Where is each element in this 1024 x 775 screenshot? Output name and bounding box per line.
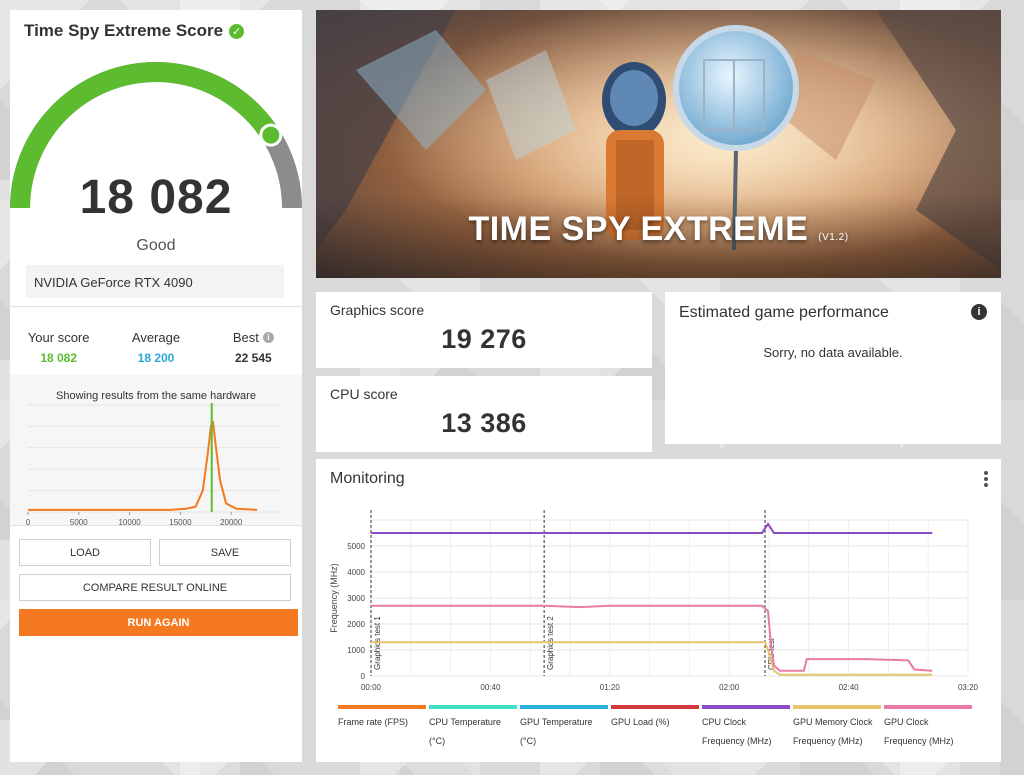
- monitoring-legend: Frame rate (FPS) CPU Temperature (°C) GPU …: [338, 705, 983, 751]
- cpu-score-card: CPU score 13 386: [316, 376, 652, 452]
- run-again-button[interactable]: RUN AGAIN: [19, 609, 298, 636]
- gauge-indicator: [259, 123, 283, 147]
- series-line: [371, 522, 933, 534]
- legend-item[interactable]: GPU Memory Clock Frequency (MHz): [793, 705, 884, 751]
- benchmark-version: (V1.2): [818, 232, 849, 243]
- score-rating: Good: [136, 237, 176, 254]
- benchmark-title: TIME SPY EXTREME (V1.2): [316, 210, 1001, 249]
- legend-item[interactable]: Frame rate (FPS): [338, 705, 429, 751]
- average-stat: Average 18 200: [107, 318, 204, 374]
- legend-swatch: [338, 705, 426, 709]
- info-icon[interactable]: i: [971, 304, 987, 320]
- y-axis-label: Frequency (MHz): [329, 563, 339, 633]
- x-tick-label: 02:40: [839, 683, 860, 692]
- divider: [10, 306, 302, 307]
- legend-swatch: [611, 705, 699, 709]
- benchmark-banner: TIME SPY EXTREME (V1.2): [316, 10, 1001, 278]
- x-tick-label: 03:20: [958, 683, 979, 692]
- legend-swatch: [793, 705, 881, 709]
- check-icon: ✓: [229, 23, 245, 39]
- score-histogram: Showing results from the same hardware 0…: [10, 375, 302, 525]
- y-tick-label: 5000: [347, 542, 365, 551]
- legend-item[interactable]: GPU Clock Frequency (MHz): [884, 705, 975, 751]
- average-label: Average: [131, 330, 181, 345]
- overall-score: 18 082: [79, 171, 233, 224]
- x-tick-label: 00:40: [480, 683, 501, 692]
- legend-label: GPU Temperature (°C): [520, 717, 593, 746]
- benchmark-name: TIME SPY EXTREME: [468, 210, 809, 248]
- histogram-tick-label: 10000: [118, 518, 141, 525]
- info-icon[interactable]: i: [262, 332, 274, 343]
- graphics-score-card: Graphics score 19 276: [316, 292, 652, 368]
- histogram-chart: 0 5000 10000 15000 20000: [26, 403, 282, 525]
- more-options-icon[interactable]: [983, 471, 989, 487]
- graphics-score-value: 19 276: [441, 324, 527, 354]
- histogram-tick-label: 15000: [169, 518, 192, 525]
- legend-swatch: [429, 705, 517, 709]
- legend-item[interactable]: CPU Temperature (°C): [429, 705, 520, 751]
- best-stat: Best i 22 545: [205, 318, 302, 374]
- y-tick-label: 0: [361, 672, 366, 681]
- histogram-tick-label: 0: [26, 518, 31, 525]
- x-tick-label: 00:00: [361, 683, 382, 692]
- legend-label: GPU Clock Frequency (MHz): [884, 717, 954, 746]
- graphics-score-label: Graphics score: [330, 302, 425, 318]
- y-tick-label: 3000: [347, 594, 365, 603]
- best-label-row: Best i: [205, 330, 302, 345]
- legend-label: Frame rate (FPS): [338, 717, 409, 727]
- monitoring-panel: Monitoring 0 1000 2000 3000 4000 5000 00:00 00:…: [316, 459, 1001, 762]
- legend-swatch: [520, 705, 608, 709]
- estimated-performance-title: Estimated game performance: [679, 304, 889, 321]
- legend-label: GPU Memory Clock Frequency (MHz): [793, 717, 873, 746]
- best-value: 22 545: [234, 351, 272, 365]
- average-value: 18 200: [137, 351, 175, 365]
- score-comparison: Your score 18 082 Average 18 200 Best i …: [10, 318, 302, 374]
- your-score-label: Your score: [27, 330, 90, 345]
- y-tick-label: 4000: [347, 568, 365, 577]
- histogram-tick-label: 20000: [220, 518, 243, 525]
- legend-item[interactable]: GPU Temperature (°C): [520, 705, 611, 751]
- legend-swatch: [702, 705, 790, 709]
- best-label: Best: [232, 330, 259, 345]
- divider: [10, 525, 302, 526]
- gpu-name: NVIDIA GeForce RTX 4090: [26, 265, 284, 298]
- your-score-value: 18 082: [40, 351, 78, 365]
- legend-label: CPU Clock Frequency (MHz): [702, 717, 772, 746]
- legend-item[interactable]: CPU Clock Frequency (MHz): [702, 705, 793, 751]
- cpu-score-value: 13 386: [441, 408, 527, 438]
- y-tick-label: 2000: [347, 620, 365, 629]
- x-tick-label: 02:00: [719, 683, 740, 692]
- legend-label: CPU Temperature (°C): [429, 717, 501, 746]
- monitoring-chart: 0 1000 2000 3000 4000 5000 00:00 00:40 01:20 02:0…: [329, 510, 979, 692]
- monitoring-title: Monitoring: [330, 470, 405, 487]
- compare-result-online-button[interactable]: COMPARE RESULT ONLINE: [19, 574, 291, 601]
- y-tick-label: 1000: [347, 646, 365, 655]
- series-line: [371, 604, 933, 672]
- no-data-message: Sorry, no data available.: [763, 345, 903, 360]
- x-tick-label: 01:20: [600, 683, 621, 692]
- your-score-stat: Your score 18 082: [10, 318, 107, 374]
- score-title-text: Time Spy Extreme Score: [24, 21, 224, 40]
- score-title: Time Spy Extreme Score ✓: [24, 21, 245, 41]
- load-button[interactable]: LOAD: [19, 539, 151, 566]
- histogram-tick-label: 5000: [70, 518, 88, 525]
- cpu-score-label: CPU score: [330, 386, 398, 402]
- legend-swatch: [884, 705, 972, 709]
- histogram-curve: [28, 420, 258, 511]
- score-panel: Time Spy Extreme Score ✓ 18 082 Good NVI…: [10, 10, 302, 762]
- legend-label: GPU Load (%): [611, 717, 670, 727]
- save-button[interactable]: SAVE: [159, 539, 291, 566]
- legend-item[interactable]: GPU Load (%): [611, 705, 702, 751]
- estimated-game-performance: Estimated game performance i Sorry, no d…: [665, 292, 1001, 444]
